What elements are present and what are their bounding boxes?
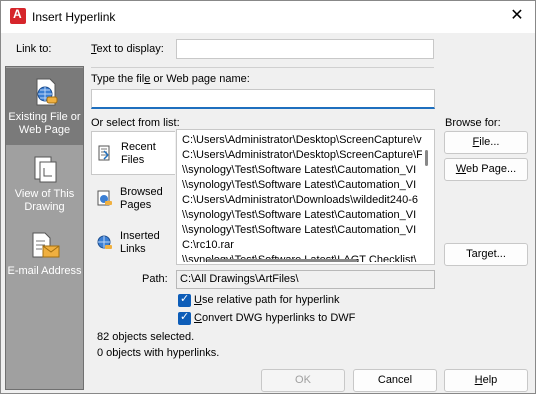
tab-inserted-links[interactable]: Inserted Links	[91, 221, 175, 265]
file-name-input[interactable]	[91, 89, 435, 109]
list-item[interactable]: C:\Users\Administrator\Desktop\ScreenCap…	[182, 133, 422, 148]
cancel-button[interactable]: Cancel	[353, 369, 437, 392]
sidebar-item-label: Existing File or	[8, 111, 81, 123]
tab-label: Inserted	[120, 230, 160, 242]
convert-dwg-label: Convert DWG hyperlinks to DWF	[194, 312, 356, 324]
sidebar-item-label: Web Page	[18, 124, 71, 136]
insert-hyperlink-dialog: A Insert Hyperlink ✕ Link to: Existing F…	[0, 0, 536, 394]
ok-button[interactable]: OK	[261, 369, 345, 392]
list-item[interactable]: \\synology\Test\Software Latest\Cautomat…	[182, 208, 422, 223]
link-to-sidebar: Existing File or Web Page View of This D…	[5, 66, 84, 390]
sidebar-item-label: View of This	[14, 188, 75, 200]
sidebar-item-existing-file[interactable]: Existing File or Web Page	[6, 68, 83, 145]
browsed-pages-icon	[97, 190, 112, 206]
list-item[interactable]: C:\rc10.rar	[182, 238, 422, 253]
select-from-list-label: Or select from list:	[91, 117, 180, 129]
recent-files-icon	[98, 145, 110, 161]
tab-label: Files	[121, 154, 145, 166]
browse-file-button[interactable]: File...	[444, 131, 528, 154]
horizontal-scrollbar[interactable]	[207, 259, 357, 262]
tab-browsed-pages[interactable]: Browsed Pages	[91, 177, 175, 221]
vertical-scrollbar[interactable]	[425, 150, 428, 166]
objects-with-hyperlinks-text: 0 objects with hyperlinks.	[97, 347, 220, 359]
browse-for-label: Browse for:	[445, 117, 501, 129]
title-bar: A Insert Hyperlink ✕	[1, 1, 535, 33]
tab-label: Pages	[120, 199, 152, 211]
list-item[interactable]: C:\Users\Administrator\Downloads\wildedi…	[182, 193, 422, 208]
sidebar-item-view-of-drawing[interactable]: View of This Drawing	[6, 149, 83, 219]
tab-label: Browsed	[120, 186, 163, 198]
list-item[interactable]: \\synology\Test\Software Latest\Cautomat…	[182, 163, 422, 178]
sidebar-item-label: E-mail Address	[7, 265, 82, 277]
close-icon: ✕	[510, 7, 524, 24]
inserted-links-icon	[97, 235, 112, 249]
tab-recent-files[interactable]: Recent Files	[91, 131, 175, 175]
close-button[interactable]: ✕	[505, 5, 529, 27]
browse-web-page-button[interactable]: Web Page...	[444, 158, 528, 181]
list-item[interactable]: \\synology\Test\Software Latest\Cautomat…	[182, 178, 422, 193]
list-source-tabs: Recent Files Browsed Pages Inserted Link…	[91, 129, 175, 265]
target-button[interactable]: Target...	[444, 243, 528, 266]
drawing-view-icon	[34, 156, 56, 183]
autocad-app-icon: A	[10, 7, 26, 24]
path-label: Path:	[142, 273, 168, 285]
divider	[91, 67, 434, 68]
recent-files-list[interactable]: C:\Users\Administrator\Desktop\ScreenCap…	[176, 129, 435, 265]
globe-document-icon	[36, 78, 57, 106]
relative-path-label: Use relative path for hyperlink	[194, 294, 340, 306]
path-value: C:\All Drawings\ArtFiles\	[176, 270, 435, 289]
tab-label: Links	[120, 243, 146, 255]
list-item[interactable]: \\synology\Test\Software Latest\Cautomat…	[182, 223, 422, 238]
convert-dwg-checkbox[interactable]	[178, 310, 191, 325]
email-icon	[32, 232, 59, 258]
text-to-display-input[interactable]	[176, 39, 434, 59]
window-title: Insert Hyperlink	[32, 10, 116, 24]
help-button[interactable]: Help	[444, 369, 528, 392]
text-to-display-label: Text to display:	[91, 43, 164, 55]
list-item[interactable]: C:\Users\Administrator\Desktop\ScreenCap…	[182, 148, 422, 163]
tab-label: Recent	[121, 141, 156, 153]
sidebar-item-label: Drawing	[24, 201, 65, 213]
sidebar-item-email[interactable]: E-mail Address	[6, 227, 83, 287]
file-name-label: Type the file or Web page name:	[91, 73, 250, 85]
objects-selected-text: 82 objects selected.	[97, 331, 195, 343]
relative-path-checkbox[interactable]	[178, 292, 191, 307]
link-to-label: Link to:	[16, 43, 52, 55]
